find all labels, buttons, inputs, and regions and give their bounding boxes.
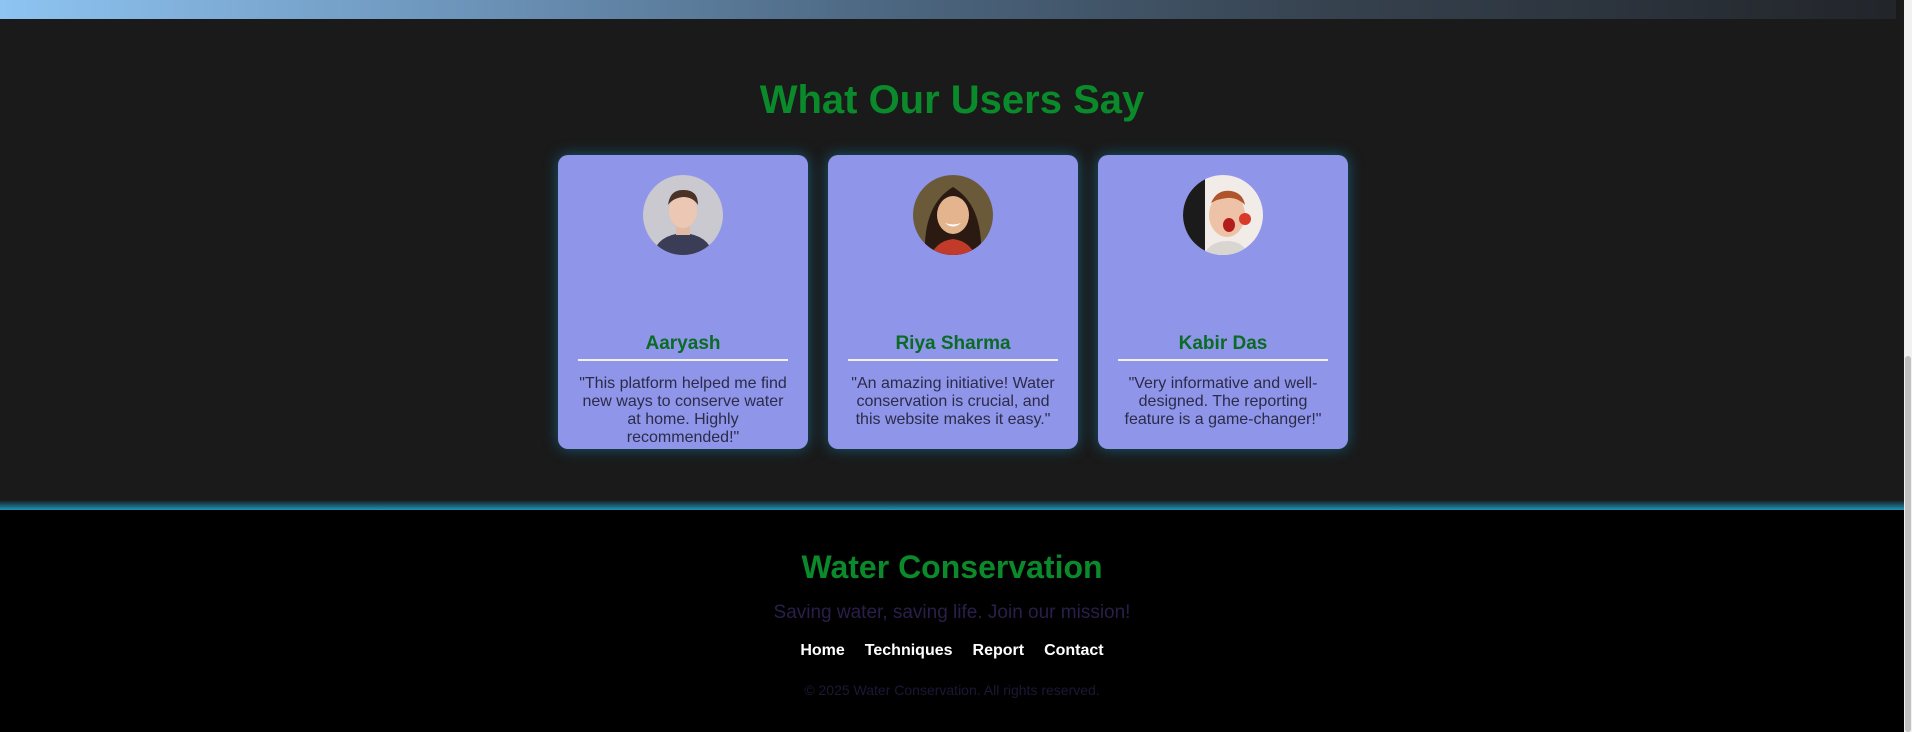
header-gradient-strip — [0, 0, 1896, 19]
testimonial-card: Riya Sharma "An amazing initiative! Wate… — [828, 155, 1078, 449]
avatar-photo-man-excited — [1183, 175, 1263, 255]
footer-link-contact[interactable]: Contact — [1044, 642, 1104, 660]
avatar — [913, 175, 993, 255]
testimonial-quote: "An amazing initiative! Water conservati… — [851, 375, 1055, 428]
footer-glow-border — [0, 500, 1904, 510]
footer-tagline: Saving water, saving life. Join our miss… — [773, 602, 1131, 623]
scrollbar-thumb[interactable] — [1905, 356, 1911, 732]
testimonial-name: Kabir Das — [1178, 333, 1268, 354]
avatar-photo-man — [643, 175, 723, 255]
testimonial-card: Aaryash "This platform helped me find ne… — [558, 155, 808, 449]
testimonial-card: Kabir Das "Very informative and well-des… — [1098, 155, 1348, 449]
testimonials-title: What Our Users Say — [759, 78, 1145, 122]
testimonial-name: Riya Sharma — [895, 333, 1011, 354]
page-scrollbar[interactable] — [1904, 0, 1912, 732]
avatar — [643, 175, 723, 255]
footer-title: Water Conservation — [801, 549, 1103, 585]
footer-copyright: © 2025 Water Conservation. All rights re… — [804, 682, 1100, 698]
testimonials-section: What Our Users Say Aaryash "This platfor… — [0, 19, 1904, 501]
divider — [848, 359, 1058, 361]
footer-nav: Home Techniques Report Contact — [0, 642, 1904, 660]
footer-link-techniques[interactable]: Techniques — [865, 642, 953, 660]
divider — [578, 359, 788, 361]
testimonial-quote: "This platform helped me find new ways t… — [579, 375, 787, 446]
footer-link-home[interactable]: Home — [800, 642, 844, 660]
testimonial-cards: Aaryash "This platform helped me find ne… — [558, 155, 1348, 449]
divider — [1118, 359, 1328, 361]
testimonial-name: Aaryash — [645, 333, 721, 354]
footer-link-report[interactable]: Report — [973, 642, 1025, 660]
page: What Our Users Say Aaryash "This platfor… — [0, 0, 1912, 732]
avatar — [1183, 175, 1263, 255]
avatar-photo-woman — [913, 175, 993, 255]
testimonial-quote: "Very informative and well-designed. The… — [1124, 375, 1322, 428]
footer: Water Conservation Saving water, saving … — [0, 510, 1904, 732]
